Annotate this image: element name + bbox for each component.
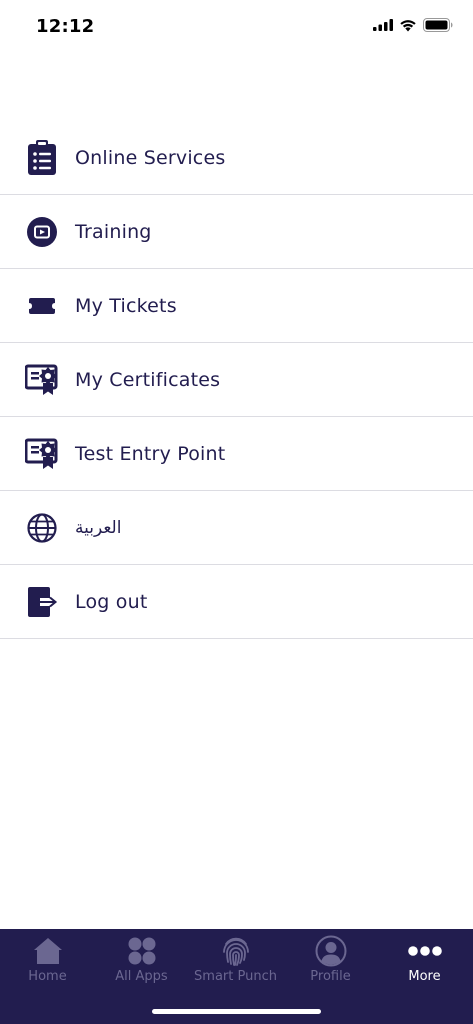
- tab-all-apps[interactable]: All Apps: [94, 929, 189, 999]
- tab-label: Smart Punch: [194, 969, 277, 984]
- fingerprint-icon: [219, 935, 253, 967]
- menu-item-label: My Tickets: [75, 294, 177, 317]
- more-menu-list: Online Services Training My Tickets My C…: [0, 121, 473, 639]
- more-dots-icon: [407, 935, 442, 967]
- menu-item-log-out[interactable]: Log out: [0, 565, 473, 639]
- certificate-icon: [25, 437, 59, 471]
- certificate-icon: [25, 363, 59, 397]
- cellular-signal-icon: [373, 19, 393, 31]
- tab-label: All Apps: [115, 969, 168, 984]
- play-video-icon: [25, 215, 59, 249]
- menu-item-label: العربية: [75, 517, 122, 538]
- tab-label: More: [408, 969, 441, 984]
- ticket-icon: [25, 289, 59, 323]
- menu-item-test-entry-point[interactable]: Test Entry Point: [0, 417, 473, 491]
- tab-smart-punch[interactable]: Smart Punch: [188, 929, 283, 999]
- globe-icon: [25, 511, 59, 545]
- menu-item-my-certificates[interactable]: My Certificates: [0, 343, 473, 417]
- menu-item-training[interactable]: Training: [0, 195, 473, 269]
- tab-label: Home: [28, 969, 67, 984]
- battery-icon: [423, 18, 453, 32]
- profile-icon: [314, 935, 348, 967]
- home-icon: [31, 935, 65, 967]
- menu-item-language-arabic[interactable]: العربية: [0, 491, 473, 565]
- menu-item-label: Test Entry Point: [75, 442, 226, 465]
- status-time: 12:12: [36, 16, 95, 37]
- tab-home[interactable]: Home: [0, 929, 95, 999]
- home-indicator: [152, 1009, 321, 1014]
- menu-item-label: My Certificates: [75, 368, 221, 391]
- menu-item-online-services[interactable]: Online Services: [0, 121, 473, 195]
- wifi-icon: [400, 19, 416, 31]
- apps-grid-icon: [125, 935, 159, 967]
- tab-profile[interactable]: Profile: [283, 929, 378, 999]
- status-bar: 12:12: [0, 0, 473, 56]
- menu-item-label: Log out: [75, 590, 148, 613]
- menu-item-label: Online Services: [75, 146, 226, 169]
- clipboard-list-icon: [25, 139, 59, 175]
- menu-item-my-tickets[interactable]: My Tickets: [0, 269, 473, 343]
- status-icons: [373, 18, 453, 32]
- tab-label: Profile: [310, 969, 351, 984]
- logout-icon: [25, 585, 59, 619]
- bottom-tab-bar: Home All Apps Smart Punch Profile More: [0, 929, 473, 1024]
- menu-item-label: Training: [75, 220, 152, 243]
- tab-more[interactable]: More: [377, 929, 472, 999]
